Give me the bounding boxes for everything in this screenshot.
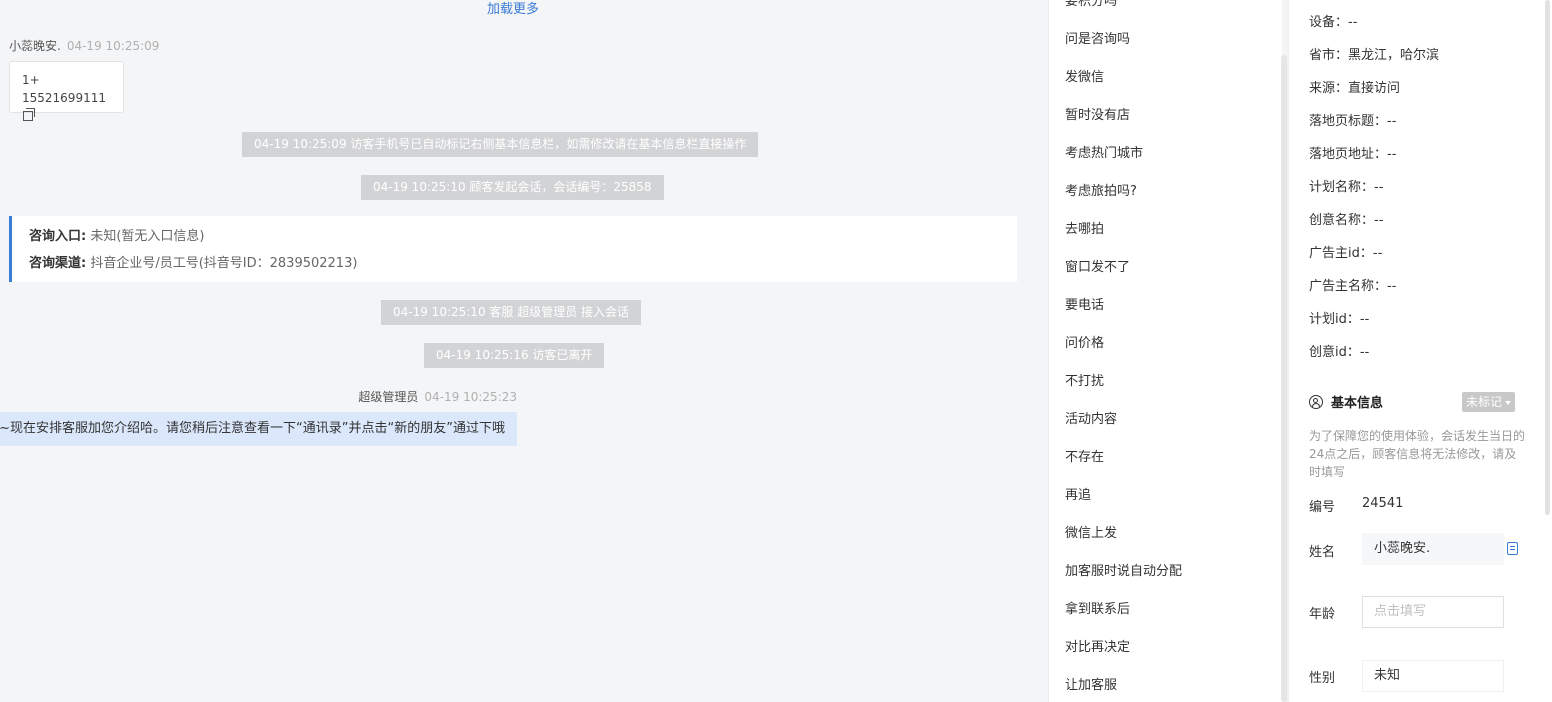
detail-landing-title: 落地页标题：-- — [1309, 110, 1396, 129]
agent-name: 超级管理员 — [358, 390, 419, 404]
basic-info-title: 基本信息 — [1331, 396, 1384, 411]
quick-reply-item[interactable]: 问是咨询吗 — [1065, 21, 1182, 59]
detail-creative-id: 创意id：-- — [1309, 341, 1369, 360]
visitor-message-meta: 小蕊晚安. 04-19 10:25:09 — [9, 37, 159, 54]
detail-label: 创意id： — [1309, 345, 1360, 360]
detail-label: 来源： — [1309, 81, 1349, 96]
gender-label: 性别 — [1309, 671, 1336, 686]
detail-advertiser-id: 广告主id：-- — [1309, 242, 1382, 261]
quick-reply-item[interactable]: 微信上发 — [1065, 515, 1182, 553]
detail-value: -- — [1374, 213, 1384, 228]
detail-value: -- — [1387, 147, 1397, 162]
agent-message-time: 04-19 10:25:23 — [424, 390, 517, 404]
quick-reply-item[interactable]: 让加客服 — [1065, 667, 1182, 702]
quick-reply-item[interactable]: 再追 — [1065, 477, 1182, 515]
copy-icon[interactable] — [1507, 542, 1518, 555]
detail-label: 广告主id： — [1309, 246, 1373, 261]
detail-value: -- — [1387, 279, 1397, 294]
quick-reply-item[interactable]: 活动内容 — [1065, 401, 1182, 439]
quick-reply-item[interactable]: 暂时没有店 — [1065, 97, 1182, 135]
system-message: 04-19 10:25:10 客服 超级管理员 接入会话 — [381, 300, 642, 325]
caret-down-icon — [1505, 400, 1512, 405]
consult-channel-label: 咨询渠道: — [29, 256, 87, 271]
detail-value: -- — [1387, 114, 1397, 129]
quick-reply-item[interactable]: 要电话 — [1065, 287, 1182, 325]
load-more-link[interactable]: 加载更多 — [487, 0, 539, 17]
consult-channel-value: 抖音企业号/员工号(抖音号ID：2839502213) — [90, 256, 358, 271]
quick-reply-item[interactable]: 窗口发不了 — [1065, 249, 1182, 287]
quick-reply-item[interactable]: 考虑旅拍吗? — [1065, 173, 1182, 211]
age-label: 年龄 — [1309, 607, 1336, 622]
system-message: 04-19 10:25:10 顾客发起会话，会话编号：25858 — [361, 175, 664, 200]
detail-value: -- — [1372, 246, 1383, 261]
detail-plan-id: 计划id：-- — [1309, 308, 1369, 327]
visitor-name: 小蕊晚安. — [9, 39, 61, 53]
quick-reply-item[interactable]: 问价格 — [1065, 325, 1182, 363]
detail-value: -- — [1359, 345, 1370, 360]
detail-label: 计划名称： — [1309, 180, 1375, 195]
gender-field[interactable]: 未知 — [1362, 660, 1504, 692]
quick-reply-item[interactable]: 不存在 — [1065, 439, 1182, 477]
consult-channel-row: 咨询渠道: 抖音企业号/员工号(抖音号ID：2839502213) — [29, 253, 1000, 280]
copy-icon[interactable] — [23, 108, 35, 121]
detail-label: 设备： — [1309, 15, 1349, 30]
detail-advertiser-name: 广告主名称：-- — [1309, 275, 1396, 294]
phone-number: 15521699111 — [22, 91, 106, 105]
detail-source: 来源：直接访问 — [1309, 77, 1400, 96]
basic-info-header: 基本信息 — [1309, 392, 1383, 411]
id-value: 24541 — [1362, 496, 1404, 511]
tag-button-label: 未标记 — [1466, 395, 1503, 409]
phone-prefix: 1+ — [22, 73, 40, 87]
detail-landing-url: 落地页地址：-- — [1309, 143, 1396, 162]
visitor-profile-panel: 设备：-- 省市：黑龙江，哈尔滨 来源：直接访问 落地页标题：-- 落地页地址：… — [1289, 0, 1552, 702]
visitor-message-time: 04-19 10:25:09 — [66, 39, 160, 53]
detail-plan-name: 计划名称：-- — [1309, 176, 1383, 195]
name-field[interactable]: 小蕊晚安. — [1362, 533, 1504, 565]
detail-label: 创意名称： — [1309, 213, 1375, 228]
detail-label: 落地页地址： — [1309, 147, 1388, 162]
id-label: 编号 — [1309, 500, 1336, 515]
tag-dropdown-button[interactable]: 未标记 — [1462, 392, 1516, 412]
user-circle-icon — [1309, 394, 1323, 409]
detail-device: 设备：-- — [1309, 11, 1357, 30]
agent-message-meta: 超级管理员 04-19 10:25:23 — [358, 388, 517, 405]
system-message: 04-19 10:25:16 访客已离开 — [424, 343, 605, 368]
consult-entry-label: 咨询入口: — [29, 229, 87, 244]
quick-reply-item[interactable]: 对比再决定 — [1065, 629, 1182, 667]
detail-label: 省市： — [1309, 48, 1349, 63]
quick-reply-item[interactable]: 考虑热门城市 — [1065, 135, 1182, 173]
detail-value: 黑龙江，哈尔滨 — [1348, 48, 1440, 63]
detail-value: 直接访问 — [1348, 81, 1401, 96]
system-message: 04-19 10:25:09 访客手机号已自动标记右侧基本信息栏，如需修改请在基… — [242, 132, 759, 157]
quick-reply-panel: 要积分吗 问是咨询吗 发微信 暂时没有店 考虑热门城市 考虑旅拍吗? 去哪拍 窗… — [1048, 0, 1282, 702]
chat-panel: 加载更多 小蕊晚安. 04-19 10:25:09 1+ 15521699111 … — [0, 0, 1048, 702]
quick-reply-item[interactable]: 要积分吗 — [1065, 0, 1182, 21]
detail-label: 计划id： — [1309, 312, 1360, 327]
profile-scrollbar[interactable] — [1545, 0, 1550, 515]
quick-reply-list: 要积分吗 问是咨询吗 发微信 暂时没有店 考虑热门城市 考虑旅拍吗? 去哪拍 窗… — [1065, 0, 1182, 702]
detail-value: -- — [1348, 15, 1358, 30]
detail-region: 省市：黑龙江，哈尔滨 — [1309, 44, 1439, 63]
name-label: 姓名 — [1309, 545, 1336, 560]
detail-value: -- — [1374, 180, 1384, 195]
consult-info-box: 咨询入口: 未知(暂无入口信息) 咨询渠道: 抖音企业号/员工号(抖音号ID：2… — [9, 216, 1017, 282]
detail-label: 广告主名称： — [1309, 279, 1388, 294]
consult-entry-row: 咨询入口: 未知(暂无入口信息) — [29, 226, 1000, 253]
age-field[interactable]: 点击填写 — [1362, 596, 1504, 628]
phone-message-card: 1+ 15521699111 — [9, 61, 124, 121]
quick-reply-item[interactable]: 加客服时说自动分配 — [1065, 553, 1182, 591]
quick-reply-item[interactable]: 拿到联系后 — [1065, 591, 1182, 629]
agent-message-bubble: 好哒~现在安排客服加您介绍哈。请您稍后注意查看一下“通讯录”并点击“新的朋友”通… — [0, 412, 517, 446]
detail-value: -- — [1359, 312, 1370, 327]
quick-reply-item[interactable]: 发微信 — [1065, 59, 1182, 97]
consult-entry-value: 未知(暂无入口信息) — [90, 229, 205, 244]
quick-reply-item[interactable]: 不打扰 — [1065, 363, 1182, 401]
phone-number-row: 15521699111 — [22, 89, 111, 125]
edit-notice: 为了保障您的使用体验，会话发生当日的24点之后，顾客信息将无法修改，请及时填写 — [1309, 429, 1526, 479]
detail-label: 落地页标题： — [1309, 114, 1388, 129]
detail-creative-name: 创意名称：-- — [1309, 209, 1383, 228]
quick-reply-item[interactable]: 去哪拍 — [1065, 211, 1182, 249]
